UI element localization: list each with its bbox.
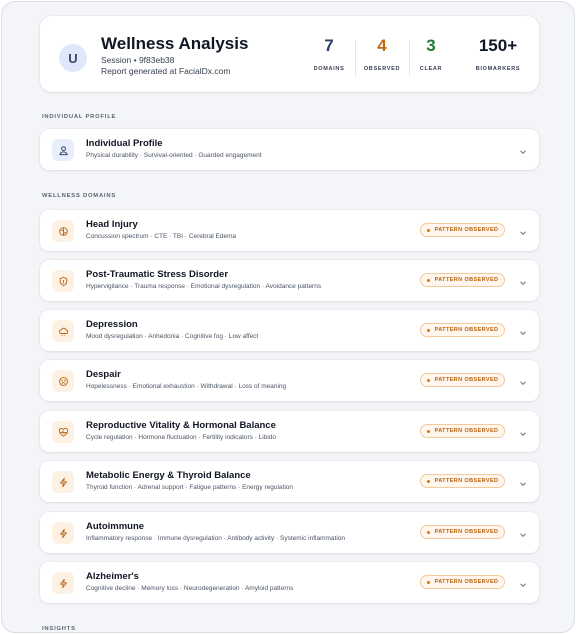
user-icon xyxy=(52,139,74,161)
stat-clear: 3 CLEAR xyxy=(401,36,461,72)
stat-biomarkers: 150+ BIOMARKERS xyxy=(468,36,528,72)
brain-icon xyxy=(52,220,74,242)
sad-face-icon xyxy=(52,370,74,392)
domain-subtitle: Cycle regulation · Hormone fluctuation ·… xyxy=(86,434,277,441)
status-dot xyxy=(426,530,430,534)
stat-label: CLEAR xyxy=(419,66,443,72)
status-badge-label: PATTERN OBSERVED xyxy=(434,579,499,585)
chevron-down-icon[interactable] xyxy=(518,476,528,487)
domain-card-autoimmune[interactable]: Autoimmune Inflammatory response · Immun… xyxy=(40,512,539,553)
domain-title: Depression xyxy=(86,319,138,330)
status-badge-label: PATTERN OBSERVED xyxy=(434,428,499,434)
shield-icon xyxy=(52,270,74,292)
profile-title: Individual Profile xyxy=(86,138,163,149)
domain-subtitle: Concussion spectrum · CTE · TBI · Cerebr… xyxy=(86,233,237,240)
bolt-icon xyxy=(52,572,74,594)
summary-header: U Wellness Analysis Session • 9f83eb38 R… xyxy=(40,16,539,92)
domain-card-ptsd[interactable]: Post-Traumatic Stress Disorder Hypervigi… xyxy=(40,260,539,301)
section-label-domains: WELLNESS DOMAINS xyxy=(42,193,116,199)
chevron-down-icon[interactable] xyxy=(518,225,528,236)
domain-subtitle: Mood dysregulation · Anhedonia · Cogniti… xyxy=(86,333,259,340)
chevron-down-icon[interactable] xyxy=(518,144,528,155)
domain-subtitle: Inflammatory response · Immune dysregula… xyxy=(86,535,346,542)
domain-card-depression[interactable]: Depression Mood dysregulation · Anhedoni… xyxy=(40,310,539,351)
status-badge-label: PATTERN OBSERVED xyxy=(434,277,499,283)
chevron-down-icon[interactable] xyxy=(518,275,528,286)
domain-subtitle: Thyroid function · Adrenal support · Fat… xyxy=(86,484,294,491)
cloud-icon xyxy=(52,320,74,342)
domain-subtitle: Cognitive decline · Memory loss · Neurod… xyxy=(86,585,294,592)
profile-subtitle: Physical durability · Survival-oriented … xyxy=(86,152,262,159)
stat-label: BIOMARKERS xyxy=(475,66,521,72)
status-dot xyxy=(426,429,430,433)
domain-title: Reproductive Vitality & Hormonal Balance xyxy=(86,420,276,431)
status-dot xyxy=(426,278,430,282)
status-badge-label: PATTERN OBSERVED xyxy=(434,478,499,484)
status-dot xyxy=(426,580,430,584)
stat-value: 150+ xyxy=(478,36,518,55)
status-badge-label: PATTERN OBSERVED xyxy=(434,227,499,233)
page-title: Wellness Analysis xyxy=(101,34,249,53)
stat-value: 7 xyxy=(324,36,334,55)
section-label-insights: INSIGHTS xyxy=(42,626,76,632)
domain-title: Metabolic Energy & Thyroid Balance xyxy=(86,470,251,481)
heart-pulse-icon xyxy=(52,421,74,443)
status-badge: PATTERN OBSERVED xyxy=(420,474,505,488)
status-dot xyxy=(426,228,430,232)
domain-card-reproductive[interactable]: Reproductive Vitality & Hormonal Balance… xyxy=(40,411,539,452)
status-dot xyxy=(426,328,430,332)
status-badge-label: PATTERN OBSERVED xyxy=(434,377,499,383)
profile-card[interactable]: Individual Profile Physical durability ·… xyxy=(40,129,539,170)
status-badge: PATTERN OBSERVED xyxy=(420,223,505,237)
status-badge: PATTERN OBSERVED xyxy=(420,273,505,287)
avatar: U xyxy=(59,44,87,72)
domain-card-metabolic[interactable]: Metabolic Energy & Thyroid Balance Thyro… xyxy=(40,461,539,502)
domain-title: Despair xyxy=(86,369,121,380)
domain-subtitle: Hypervigilance · Trauma response · Emoti… xyxy=(86,283,322,290)
domain-card-head-injury[interactable]: Head Injury Concussion spectrum · CTE · … xyxy=(40,210,539,251)
session-id: Session • 9f83eb38 xyxy=(101,55,175,65)
stat-domains: 7 DOMAINS xyxy=(299,36,359,72)
chevron-down-icon[interactable] xyxy=(518,426,528,437)
status-dot xyxy=(426,479,430,483)
section-label-profile: INDIVIDUAL PROFILE xyxy=(42,114,117,120)
domain-title: Autoimmune xyxy=(86,521,145,532)
status-badge: PATTERN OBSERVED xyxy=(420,323,505,337)
status-badge: PATTERN OBSERVED xyxy=(420,525,505,539)
status-dot xyxy=(426,378,430,382)
status-badge: PATTERN OBSERVED xyxy=(420,373,505,387)
stat-label: DOMAINS xyxy=(313,66,345,72)
status-badge-label: PATTERN OBSERVED xyxy=(434,327,499,333)
status-badge: PATTERN OBSERVED xyxy=(420,575,505,589)
bolt-icon xyxy=(52,522,74,544)
domain-title: Post-Traumatic Stress Disorder xyxy=(86,269,229,280)
domain-subtitle: Hopelessness · Emotional exhaustion · Wi… xyxy=(86,383,287,390)
domain-card-despair[interactable]: Despair Hopelessness · Emotional exhaust… xyxy=(40,360,539,401)
domain-title: Alzheimer's xyxy=(86,571,139,582)
chevron-down-icon[interactable] xyxy=(518,577,528,588)
stat-value: 3 xyxy=(426,36,436,55)
report-source: Report generated at FacialDx.com xyxy=(101,66,231,76)
status-badge: PATTERN OBSERVED xyxy=(420,424,505,438)
chevron-down-icon[interactable] xyxy=(518,375,528,386)
report-window: U Wellness Analysis Session • 9f83eb38 R… xyxy=(1,1,575,633)
status-badge-label: PATTERN OBSERVED xyxy=(434,529,499,535)
domain-card-alzheimers[interactable]: Alzheimer's Cognitive decline · Memory l… xyxy=(40,562,539,603)
chevron-down-icon[interactable] xyxy=(518,325,528,336)
chevron-down-icon[interactable] xyxy=(518,527,528,538)
domain-title: Head Injury xyxy=(86,219,138,230)
bolt-icon xyxy=(52,471,74,493)
